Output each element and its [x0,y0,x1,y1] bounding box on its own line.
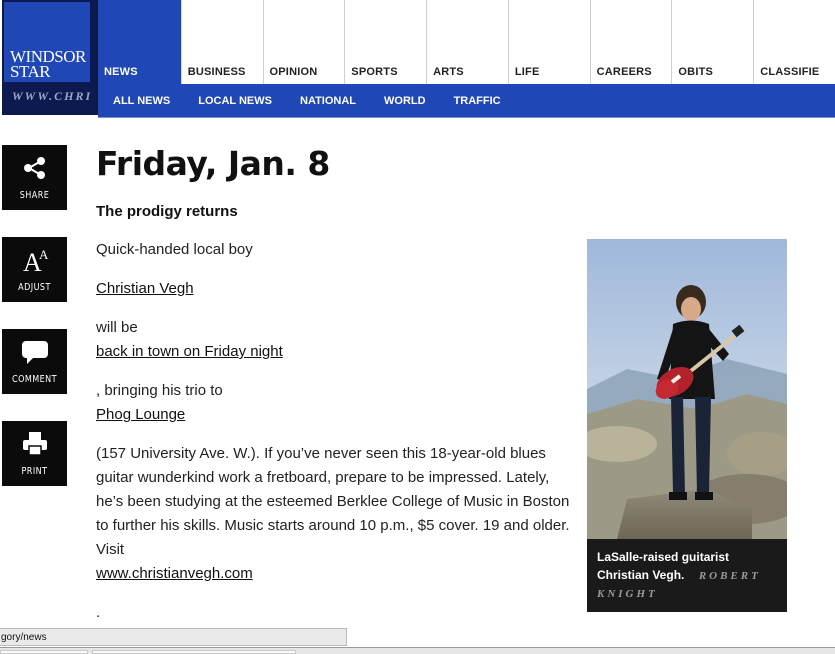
comment-icon [2,339,67,365]
paragraph-4: (157 University Ave. W.). If you’ve neve… [96,445,570,558]
paragraph-5: . [96,604,101,621]
nav-tab-label: OPINION [269,66,318,78]
logo-line-2: STAR [10,62,51,81]
paragraph-2: will be [96,319,138,336]
bottom-segment [92,650,296,654]
nav-tab-news[interactable]: NEWS [98,0,181,84]
nav-tab-label: OBITS [678,66,714,78]
share-icon [2,155,67,181]
comment-label: COMMENT [12,374,57,385]
print-button[interactable]: PRINT [2,421,67,486]
share-button[interactable]: SHARE [2,145,67,210]
site-logo[interactable]: WINDSOR STAR WWW.CHRI [2,0,98,115]
photo-caption: LaSalle-raised guitarist Christian Vegh.… [587,539,787,612]
link-christianvegh-com[interactable]: www.christianvegh.com [96,562,574,586]
nav-tab-label: LIFE [514,66,540,78]
share-label: SHARE [19,190,50,201]
main-nav: NEWS BUSINESS OPINION SPORTS ARTS LIFE C… [98,0,835,84]
sub-nav-national[interactable]: NATIONAL [300,95,356,107]
nav-tab-sports[interactable]: SPORTS [344,0,427,84]
adjust-text-button[interactable]: A A ADJUST [2,237,67,302]
article-headline: Friday, Jan. 8 [96,144,330,183]
paragraph-3: , bringing his trio to [96,382,223,399]
nav-tab-classifieds[interactable]: CLASSIFIE [753,0,835,84]
svg-text:A: A [39,247,49,262]
link-christian-vegh[interactable]: Christian Vegh [96,277,574,301]
nav-tab-label: SPORTS [351,66,398,78]
nav-tab-label: ARTS [433,66,464,78]
sub-nav-traffic[interactable]: TRAFFIC [454,95,501,107]
nav-tab-arts[interactable]: ARTS [426,0,508,84]
status-bar-url: gory/news [0,628,347,646]
sub-nav: ALL NEWS LOCAL NEWS NATIONAL WORLD TRAFF… [98,84,835,118]
sub-nav-local-news[interactable]: LOCAL NEWS [198,95,272,107]
text-size-icon: A A [2,247,67,274]
article-subhead: The prodigy returns [96,203,238,220]
nav-tab-label: CAREERS [596,66,652,78]
comment-button[interactable]: COMMENT [2,329,67,394]
nav-tab-obits[interactable]: OBITS [671,0,754,84]
article-photo[interactable] [587,239,787,539]
link-phog-lounge[interactable]: Phog Lounge [96,403,574,427]
nav-tab-label: CLASSIFIE [760,66,820,78]
paragraph-1: Quick-handed local boy [96,241,253,258]
bottom-segment [0,650,88,654]
printer-icon [2,431,67,457]
nav-tab-label: BUSINESS [187,66,246,78]
nav-tab-opinion[interactable]: OPINION [262,0,345,84]
sub-nav-all-news[interactable]: ALL NEWS [113,95,170,107]
nav-tab-business[interactable]: BUSINESS [180,0,263,84]
print-label: PRINT [21,466,48,477]
sub-nav-world[interactable]: WORLD [384,95,426,107]
link-friday-night[interactable]: back in town on Friday night [96,340,574,364]
nav-tab-careers[interactable]: CAREERS [589,0,672,84]
logo-box: WINDSOR STAR [4,2,90,82]
nav-tab-life[interactable]: LIFE [507,0,590,84]
nav-tab-label: NEWS [104,66,138,78]
adjust-label: ADJUST [18,282,51,293]
logo-url-strip: WWW.CHRI [12,89,93,103]
